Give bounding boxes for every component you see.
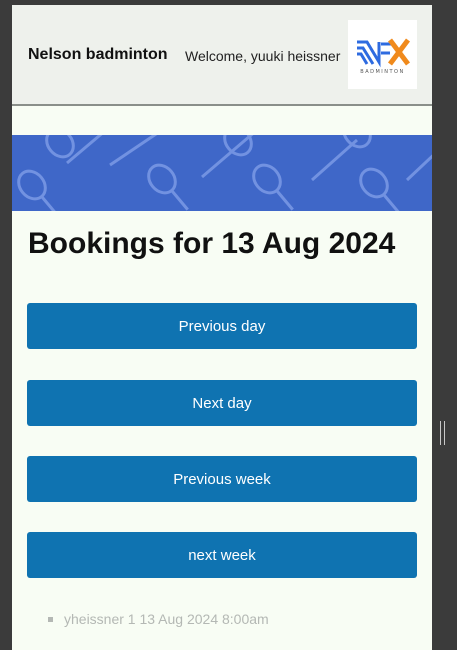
brand-name[interactable]: Nelson badminton [28, 46, 168, 64]
logo-text: BADMINTON [360, 69, 405, 75]
resize-grip-line [440, 421, 441, 445]
page-title: Bookings for 13 Aug 2024 [28, 227, 396, 260]
site-header: Nelson badminton Welcome, yuuki heissner… [12, 5, 432, 106]
window-frame-left [0, 0, 12, 650]
banner-racket-pattern [12, 135, 432, 211]
bullet-icon [48, 617, 53, 622]
page: Nelson badminton Welcome, yuuki heissner… [12, 5, 432, 650]
next-day-button[interactable]: Next day [27, 380, 417, 426]
nfx-badminton-logo-icon [357, 38, 410, 68]
resize-handle[interactable] [440, 421, 446, 445]
resize-grip-line [444, 421, 445, 445]
booking-list: yheissner 1 13 Aug 2024 8:00am [48, 611, 269, 627]
booking-text: yheissner 1 13 Aug 2024 8:00am [64, 611, 269, 627]
previous-day-button[interactable]: Previous day [27, 303, 417, 349]
racket-pattern-icon [17, 135, 432, 211]
logo[interactable]: BADMINTON [348, 20, 417, 89]
previous-week-button[interactable]: Previous week [27, 456, 417, 502]
welcome-message: Welcome, yuuki heissner [185, 48, 341, 64]
list-item: yheissner 1 13 Aug 2024 8:00am [48, 611, 269, 627]
next-week-button[interactable]: next week [27, 532, 417, 578]
